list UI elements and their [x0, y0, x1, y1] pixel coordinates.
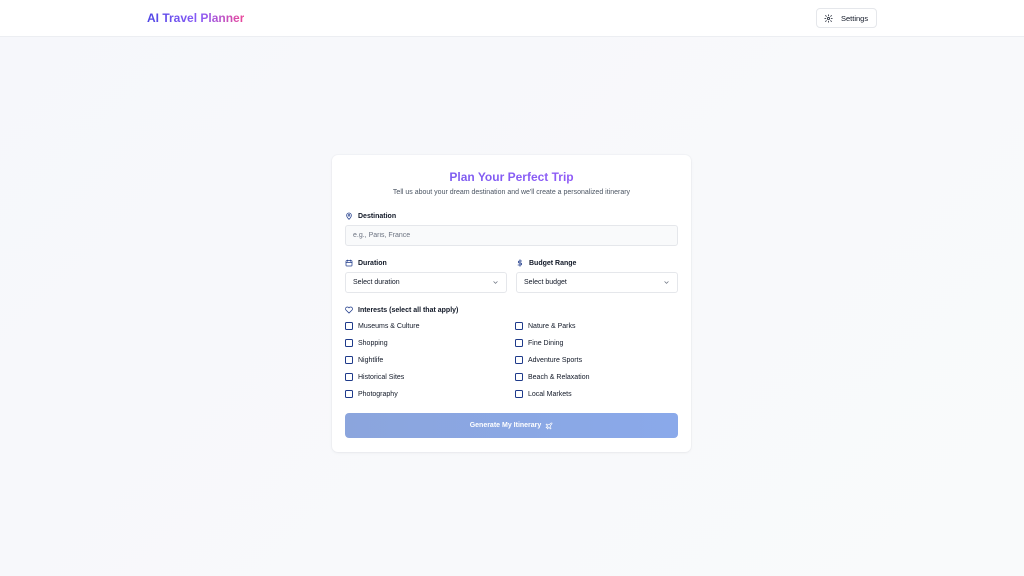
settings-label: Settings: [841, 13, 869, 23]
checkbox[interactable]: [515, 339, 523, 347]
interest-nightlife[interactable]: Nightlife: [345, 356, 383, 364]
interest-nature-parks[interactable]: Nature & Parks: [515, 322, 575, 330]
dollar-icon: [517, 259, 523, 267]
checkbox[interactable]: [515, 373, 523, 381]
checkbox[interactable]: [345, 339, 353, 347]
interest-label: Shopping: [358, 339, 388, 347]
checkbox[interactable]: [515, 356, 523, 364]
interest-label: Adventure Sports: [528, 356, 583, 364]
interest-label: Photography: [358, 390, 398, 398]
calendar-icon: [345, 259, 353, 267]
heart-icon: [345, 306, 353, 314]
plane-icon: [545, 422, 553, 429]
duration-label-text: Duration: [358, 259, 387, 267]
destination-input[interactable]: [345, 225, 678, 246]
interest-beach-relaxation[interactable]: Beach & Relaxation: [515, 373, 589, 381]
map-pin-icon: [346, 212, 352, 220]
checkbox[interactable]: [345, 322, 353, 330]
interest-museums-culture[interactable]: Museums & Culture: [345, 322, 419, 330]
brand-logo-text[interactable]: AI Travel Planner: [147, 11, 244, 25]
gear-icon: [824, 13, 833, 23]
interest-label: Local Markets: [528, 390, 572, 398]
interest-fine-dining[interactable]: Fine Dining: [515, 339, 563, 347]
interests-label: Interests (select all that apply): [345, 306, 458, 314]
interest-label: Beach & Relaxation: [528, 373, 590, 381]
budget-label: Budget Range: [516, 259, 576, 267]
checkbox[interactable]: [345, 390, 353, 398]
chevron-down-icon: [664, 281, 669, 284]
generate-itinerary-button[interactable]: Generate My Itinerary: [345, 413, 678, 438]
interest-label: Fine Dining: [528, 339, 564, 347]
interest-label: Nature & Parks: [528, 322, 576, 330]
interest-label: Museums & Culture: [358, 322, 420, 330]
chevron-down-icon: [493, 281, 498, 284]
generate-label: Generate My Itinerary: [469, 422, 542, 429]
top-navbar: AI Travel Planner Settings: [0, 0, 1024, 37]
checkbox[interactable]: [515, 390, 523, 398]
budget-label-text: Budget Range: [529, 259, 577, 267]
settings-button[interactable]: Settings: [816, 8, 877, 28]
checkbox[interactable]: [345, 356, 353, 364]
duration-select[interactable]: Select duration: [345, 272, 507, 293]
interests-label-text: Interests (select all that apply): [358, 306, 459, 314]
budget-select-value: Select budget: [524, 279, 567, 286]
duration-label: Duration: [345, 259, 387, 267]
interest-label: Historical Sites: [358, 373, 405, 381]
interest-local-markets[interactable]: Local Markets: [515, 390, 572, 398]
trip-planner-card: Plan Your Perfect Trip Tell us about you…: [332, 155, 691, 452]
interest-historical-sites[interactable]: Historical Sites: [345, 373, 404, 381]
destination-label-text: Destination: [358, 212, 397, 220]
destination-label: Destination: [345, 212, 396, 220]
page-title: Plan Your Perfect Trip: [332, 170, 691, 184]
duration-select-value: Select duration: [353, 279, 400, 286]
interest-label: Nightlife: [358, 356, 384, 364]
checkbox[interactable]: [345, 373, 353, 381]
interest-shopping[interactable]: Shopping: [345, 339, 388, 347]
budget-select[interactable]: Select budget: [516, 272, 678, 293]
page-subtitle: Tell us about your dream destination and…: [392, 189, 631, 196]
checkbox[interactable]: [515, 322, 523, 330]
interest-adventure-sports[interactable]: Adventure Sports: [515, 356, 582, 364]
interest-photography[interactable]: Photography: [345, 390, 398, 398]
